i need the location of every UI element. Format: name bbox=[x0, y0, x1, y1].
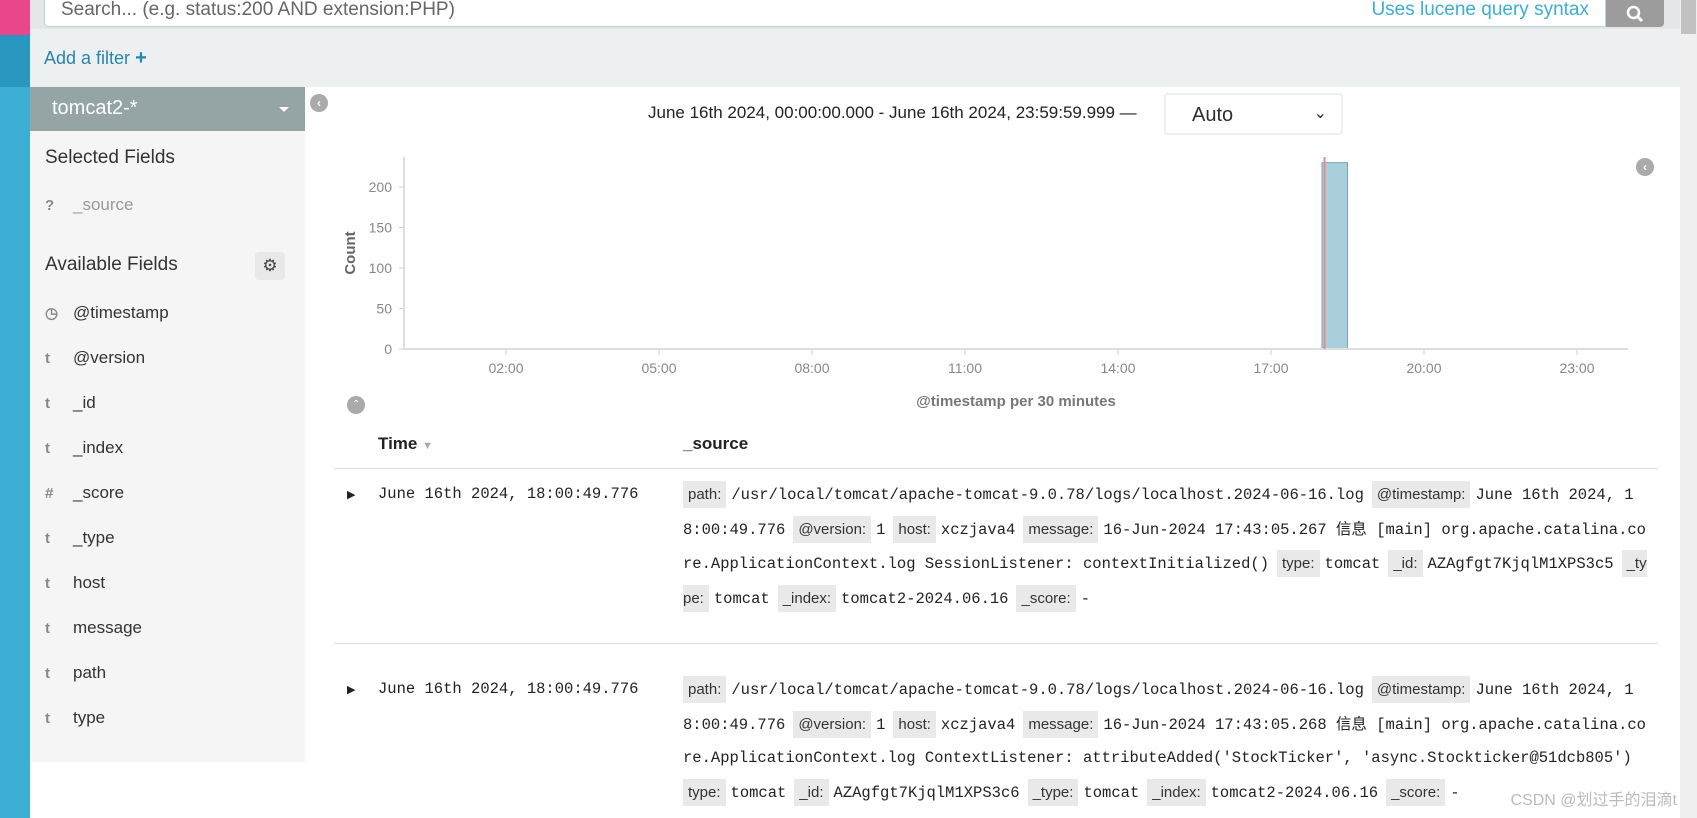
source-field-value: AZAgfgt7KjqlM1XPS3c5 bbox=[1427, 555, 1614, 573]
source-field-value: /usr/local/tomcat/apache-tomcat-9.0.78/l… bbox=[731, 681, 1364, 699]
x-tick-label: 23:00 bbox=[1559, 360, 1594, 376]
available-field-message[interactable]: t message bbox=[45, 618, 142, 638]
expand-row-button[interactable]: ▶ bbox=[347, 683, 355, 696]
source-field-value: 1 bbox=[876, 520, 886, 539]
source-field-key: _index: bbox=[1147, 778, 1206, 806]
time-header-label: Time bbox=[378, 434, 418, 453]
x-tick-label: 02:00 bbox=[488, 360, 523, 376]
available-field-score[interactable]: # _score bbox=[45, 483, 124, 503]
source-field-key: message: bbox=[1023, 515, 1099, 543]
row-divider bbox=[334, 643, 1658, 644]
source-field-key: path: bbox=[683, 676, 727, 703]
x-axis-label: @timestamp per 30 minutes bbox=[916, 393, 1116, 410]
x-tick-label: 14:00 bbox=[1100, 360, 1135, 376]
source-field-key: _score: bbox=[1386, 778, 1446, 806]
source-field-value: tomcat bbox=[1324, 555, 1381, 573]
y-tick-label: 150 bbox=[369, 219, 393, 235]
source-field-value: - bbox=[1450, 783, 1460, 802]
field-name: path bbox=[73, 663, 107, 682]
caret-right-icon: ▶ bbox=[347, 684, 356, 696]
source-field-value: tomcat2-2024.06.16 bbox=[841, 589, 1009, 608]
string-type-icon: t bbox=[45, 439, 50, 457]
source-field-key: _type: bbox=[1027, 778, 1079, 806]
divider bbox=[334, 468, 1658, 469]
sort-desc-icon[interactable]: ▼ bbox=[422, 440, 433, 452]
histogram-chart: 0 50 100 150 200 02:00 05:00 08:00 11:00 14:00 17:… bbox=[342, 157, 1628, 410]
available-field-host[interactable]: t host bbox=[45, 573, 105, 593]
source-field-value: - bbox=[1080, 589, 1090, 608]
source-field-key: @version: bbox=[793, 515, 872, 543]
number-type-icon: # bbox=[45, 484, 54, 502]
source-field-value: AZAgfgt7KjqlM1XPS3c6 bbox=[833, 783, 1020, 802]
column-header-time[interactable]: Time ▼ bbox=[378, 434, 433, 454]
field-name: type bbox=[73, 708, 106, 727]
y-tick-label: 0 bbox=[384, 341, 392, 357]
field-name: _score bbox=[73, 483, 125, 502]
x-tick-label: 20:00 bbox=[1406, 360, 1441, 376]
row-time: June 16th 2024, 18:00:49.776 bbox=[378, 485, 639, 503]
y-axis-label: Count bbox=[342, 231, 359, 274]
histogram-bar[interactable] bbox=[1321, 162, 1348, 350]
row-source: path:/usr/local/tomcat/apache-tomcat-9.0… bbox=[683, 673, 1648, 810]
source-field-key: path: bbox=[683, 481, 727, 508]
y-tick-label: 100 bbox=[369, 260, 393, 276]
source-field-key: host: bbox=[893, 515, 936, 543]
source-field-value: tomcat bbox=[713, 589, 770, 608]
x-tick-label: 08:00 bbox=[794, 360, 829, 376]
y-tick-label: 50 bbox=[376, 300, 392, 316]
available-field-index[interactable]: t _index bbox=[45, 438, 123, 458]
source-field-value: 1 bbox=[876, 715, 886, 734]
source-field-value: xczjava4 bbox=[940, 520, 1016, 539]
source-field-value: tomcat2-2024.06.16 bbox=[1210, 783, 1379, 802]
column-header-source: _source bbox=[683, 434, 749, 453]
source-field-key: message: bbox=[1023, 710, 1099, 738]
watermark: CSDN @划过手的泪滴t bbox=[1510, 792, 1677, 809]
string-type-icon: t bbox=[45, 529, 50, 547]
source-field-key: @timestamp: bbox=[1371, 676, 1471, 703]
source-field-key: _id: bbox=[1388, 550, 1423, 577]
y-tick-label: 200 bbox=[369, 179, 393, 195]
available-field-type[interactable]: t _type bbox=[45, 528, 115, 548]
x-tick-label: 11:00 bbox=[948, 360, 982, 376]
scrollbar-thumb[interactable] bbox=[1681, 0, 1696, 34]
expand-row-button[interactable]: ▶ bbox=[347, 488, 355, 501]
source-field-key: @version: bbox=[793, 710, 872, 738]
caret-right-icon: ▶ bbox=[347, 489, 356, 501]
source-field-key: type: bbox=[1277, 550, 1320, 577]
string-type-icon: t bbox=[45, 664, 50, 682]
field-name: _index bbox=[73, 438, 124, 457]
source-field-key: _index: bbox=[777, 584, 837, 612]
x-tick-label: 05:00 bbox=[641, 360, 676, 376]
source-field-key: _id: bbox=[794, 778, 829, 806]
string-type-icon: t bbox=[45, 709, 50, 727]
field-name: host bbox=[73, 573, 106, 592]
field-name: message bbox=[73, 618, 142, 637]
source-field-key: _score: bbox=[1016, 584, 1076, 612]
source-field-value: xczjava4 bbox=[940, 715, 1016, 734]
row-source: path:/usr/local/tomcat/apache-tomcat-9.0… bbox=[683, 478, 1648, 616]
available-field-type[interactable]: t type bbox=[45, 708, 105, 728]
source-field-key: type: bbox=[683, 778, 726, 806]
source-field-value: tomcat bbox=[1083, 783, 1140, 802]
source-field-key: host: bbox=[893, 710, 936, 738]
source-field-value: tomcat bbox=[730, 783, 787, 802]
field-name: _type bbox=[73, 528, 115, 547]
x-tick-label: 17:00 bbox=[1253, 360, 1288, 376]
string-type-icon: t bbox=[45, 574, 50, 592]
string-type-icon: t bbox=[45, 619, 50, 637]
available-field-path[interactable]: t path bbox=[45, 663, 106, 683]
scrollbar[interactable] bbox=[1680, 0, 1697, 818]
row-time: June 16th 2024, 18:00:49.776 bbox=[378, 680, 639, 698]
source-field-key: @timestamp: bbox=[1371, 481, 1471, 508]
source-field-value: /usr/local/tomcat/apache-tomcat-9.0.78/l… bbox=[731, 486, 1364, 504]
